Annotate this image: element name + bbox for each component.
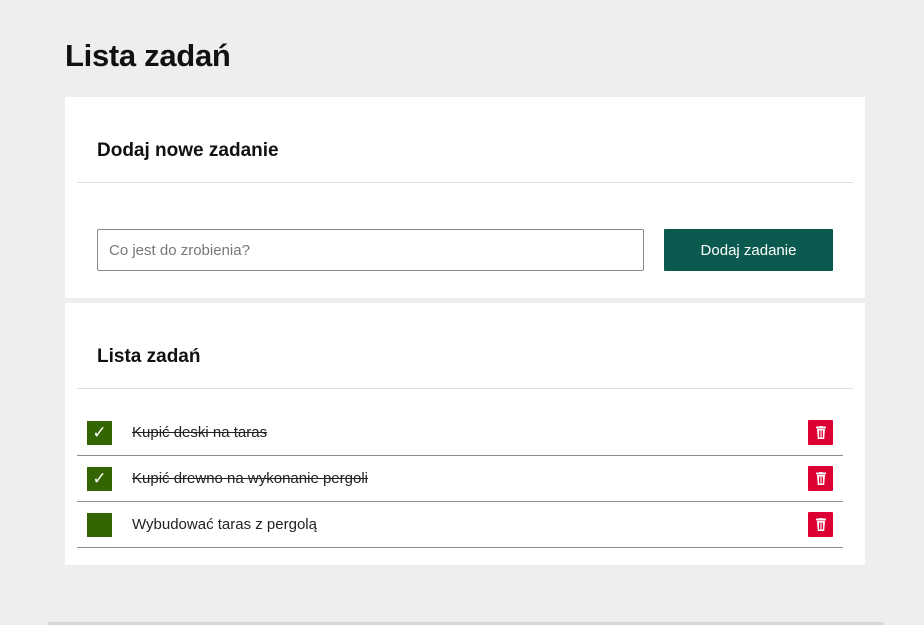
page-title: Lista zadań [65,38,231,73]
task-text: Wybudować taras z pergolą [132,516,317,533]
add-task-card: Dodaj nowe zadanie Dodaj zadanie [65,97,865,298]
task-checkbox[interactable]: ✓ [87,421,112,445]
delete-task-button[interactable] [808,466,833,491]
task-list-card: Lista zadań ✓ Kupić deski na taras ✓ Kup… [65,303,865,565]
trash-icon [815,472,826,485]
task-list-title: Lista zadań [97,346,201,367]
add-task-title: Dodaj nowe zadanie [97,140,279,161]
trash-icon [815,518,826,531]
task-row: ✓ Kupić deski na taras [77,410,843,456]
task-row: Wybudować taras z pergolą [77,502,843,548]
add-task-button[interactable]: Dodaj zadanie [664,229,833,271]
add-task-header: Dodaj nowe zadanie [77,97,853,183]
new-task-input[interactable] [97,229,644,271]
check-icon: ✓ [92,469,107,488]
task-checkbox[interactable]: ✓ [87,467,112,491]
delete-task-button[interactable] [808,512,833,537]
delete-task-button[interactable] [808,420,833,445]
trash-icon [815,426,826,439]
check-icon: ✓ [92,423,107,442]
task-list-header: Lista zadań [77,303,853,389]
task-checkbox[interactable] [87,513,112,537]
task-text: Kupić deski na taras [132,424,268,441]
task-list: ✓ Kupić deski na taras ✓ Kupić drewno na… [77,410,843,548]
task-row: ✓ Kupić drewno na wykonanie pergoli [77,456,843,502]
task-text: Kupić drewno na wykonanie pergoli [132,470,368,487]
